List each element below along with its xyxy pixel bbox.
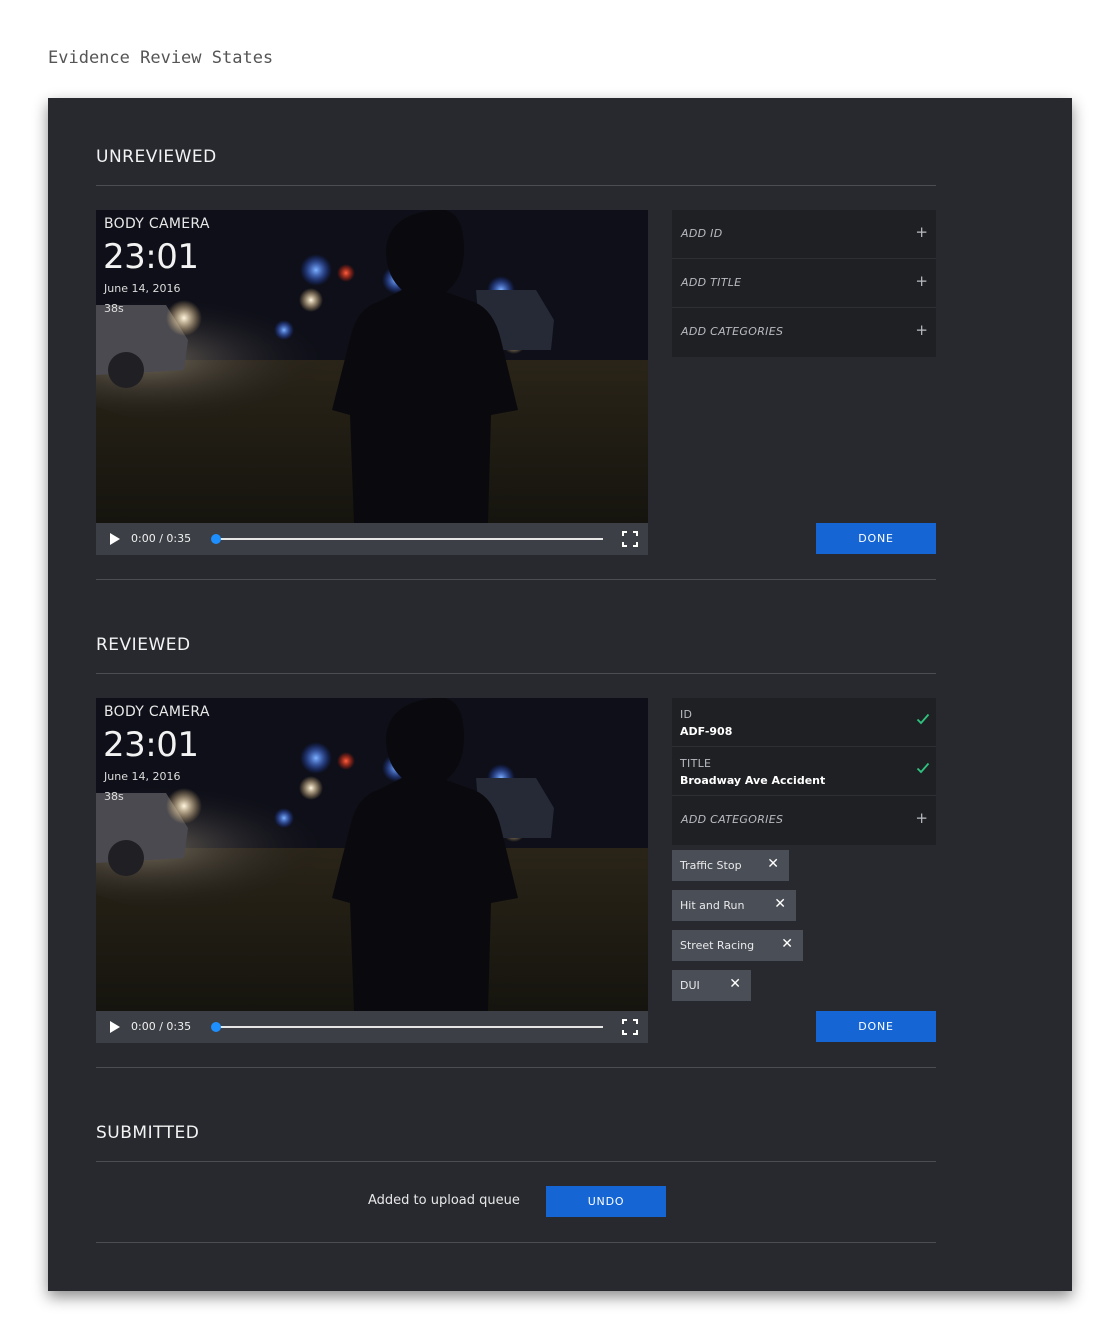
remove-tag-icon[interactable]: ✕ (774, 897, 786, 911)
field-caption: ID (680, 708, 693, 721)
tag-label: Traffic Stop (680, 859, 742, 872)
seek-handle[interactable] (211, 1022, 221, 1032)
page-title: Evidence Review States (48, 48, 274, 68)
category-tag: DUI ✕ (672, 970, 751, 1001)
divider (96, 1161, 936, 1162)
field-label: ADD CATEGORIES (681, 325, 784, 338)
camera-source-label: BODY CAMERA (104, 216, 210, 232)
divider (96, 579, 936, 580)
seek-bar[interactable] (211, 1022, 603, 1032)
remove-tag-icon[interactable]: ✕ (767, 857, 779, 871)
plus-icon[interactable]: + (915, 323, 928, 338)
field-label: ADD TITLE (681, 276, 742, 289)
metadata-fields: ID ADF-908 TITLE Broadway Ave Accident A… (672, 698, 936, 845)
metadata-fields: ADD ID + ADD TITLE + ADD CATEGORIES + (672, 210, 936, 357)
checkmark-icon (916, 762, 930, 774)
tag-label: DUI (680, 979, 700, 992)
done-button[interactable]: DONE (816, 523, 936, 554)
add-categories-field[interactable]: ADD CATEGORIES + (672, 308, 936, 357)
done-button[interactable]: DONE (816, 1011, 936, 1042)
playback-time: 0:00 / 0:35 (131, 532, 192, 545)
tag-label: Hit and Run (680, 899, 745, 912)
divider (96, 1242, 936, 1243)
divider (96, 1067, 936, 1068)
title-value: Broadway Ave Accident (680, 774, 826, 787)
section-heading: SUBMITTED (96, 1123, 200, 1143)
camera-source-label: BODY CAMERA (104, 704, 210, 720)
playback-time: 0:00 / 0:35 (131, 1020, 192, 1033)
plus-icon[interactable]: + (915, 811, 928, 826)
recording-date: June 14, 2016 (104, 770, 181, 783)
checkmark-icon (916, 713, 930, 725)
video-controls: 0:00 / 0:35 (96, 523, 648, 555)
title-field[interactable]: TITLE Broadway Ave Accident (672, 747, 936, 796)
id-field[interactable]: ID ADF-908 (672, 698, 936, 747)
category-tag: Hit and Run ✕ (672, 890, 796, 921)
field-label: ADD CATEGORIES (681, 813, 784, 826)
section-heading: REVIEWED (96, 635, 191, 655)
video-frame[interactable]: BODY CAMERA 23:01 June 14, 2016 38s (96, 210, 648, 523)
tag-label: Street Racing (680, 939, 755, 952)
field-caption: TITLE (680, 757, 712, 770)
add-categories-field[interactable]: ADD CATEGORIES + (672, 796, 936, 845)
video-player[interactable]: BODY CAMERA 23:01 June 14, 2016 38s 0:00… (96, 210, 648, 555)
recording-length: 38s (104, 302, 124, 315)
upload-queue-message: Added to upload queue (368, 1193, 520, 1208)
category-tag: Traffic Stop ✕ (672, 850, 789, 881)
divider (96, 185, 936, 186)
play-icon[interactable] (110, 1021, 120, 1033)
fullscreen-icon[interactable] (622, 531, 638, 547)
add-id-field[interactable]: ADD ID + (672, 210, 936, 259)
plus-icon[interactable]: + (915, 274, 928, 289)
recording-length: 38s (104, 790, 124, 803)
add-title-field[interactable]: ADD TITLE + (672, 259, 936, 308)
video-frame[interactable]: BODY CAMERA 23:01 June 14, 2016 38s (96, 698, 648, 1011)
play-icon[interactable] (110, 533, 120, 545)
video-player[interactable]: BODY CAMERA 23:01 June 14, 2016 38s 0:00… (96, 698, 648, 1043)
divider (96, 673, 936, 674)
remove-tag-icon[interactable]: ✕ (781, 937, 793, 951)
category-tag: Street Racing ✕ (672, 930, 803, 961)
seek-bar[interactable] (211, 534, 603, 544)
fullscreen-icon[interactable] (622, 1019, 638, 1035)
plus-icon[interactable]: + (915, 225, 928, 240)
recording-time: 23:01 (103, 725, 199, 765)
field-label: ADD ID (681, 227, 723, 240)
recording-date: June 14, 2016 (104, 282, 181, 295)
remove-tag-icon[interactable]: ✕ (729, 977, 741, 991)
undo-button[interactable]: UNDO (546, 1186, 666, 1217)
id-value: ADF-908 (680, 725, 733, 738)
section-heading: UNREVIEWED (96, 147, 217, 167)
video-controls: 0:00 / 0:35 (96, 1011, 648, 1043)
review-panel: UNREVIEWED BODY CAMERA 23:01 June 14, 20… (48, 98, 1072, 1291)
seek-handle[interactable] (211, 534, 221, 544)
recording-time: 23:01 (103, 237, 199, 277)
